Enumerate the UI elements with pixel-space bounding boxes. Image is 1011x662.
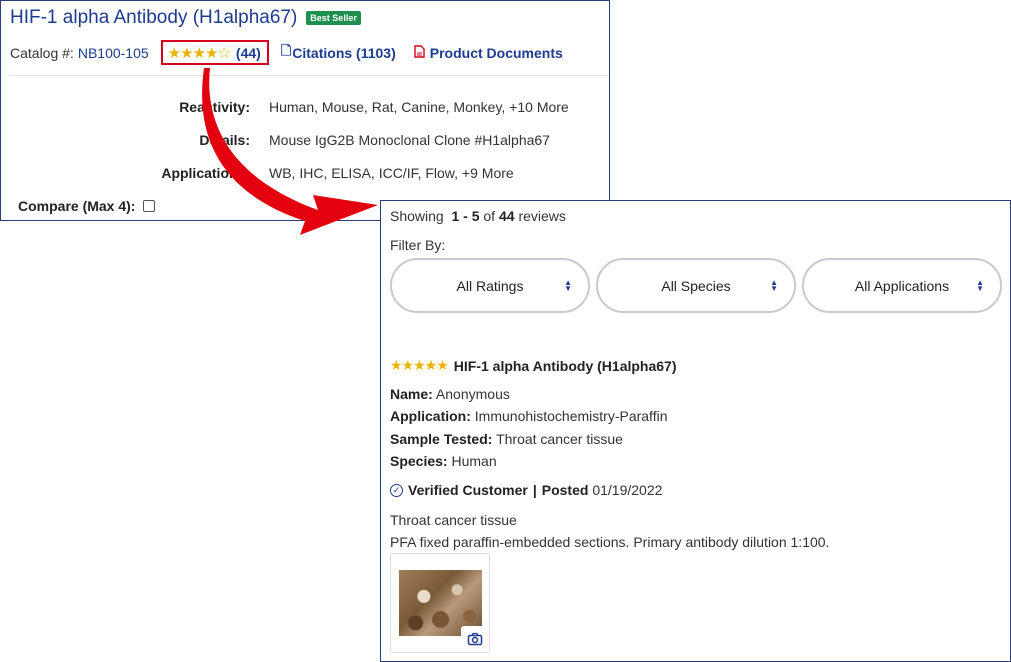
spec-row-applications: Applications: WB, IHC, ELISA, ICC/IF, Fl… [1,165,514,181]
review-name: Name: Anonymous [390,386,510,402]
filters-row: All Ratings ▲ ▼ All Species ▲ ▼ All Applic… [390,258,1002,313]
filter-species-value: All Species [661,277,731,294]
filter-ratings-select[interactable]: All Ratings ▲ ▼ [390,258,590,313]
spec-label: Details: [199,132,250,148]
compare-label: Compare (Max 4): [18,198,136,214]
review-headline: Throat cancer tissue [390,512,517,528]
field-value: Throat cancer tissue [496,431,623,447]
filter-by-label: Filter By: [390,237,446,253]
showing-total: 44 [498,208,515,224]
reviews-count-summary: Showing 1 - 5 of 44 reviews [390,208,566,224]
review-header: ★★★★★ HIF-1 alpha Antibody (H1alpha67) [390,357,677,374]
field-value: Human [451,453,497,469]
filter-species-select[interactable]: All Species ▲ ▼ [596,258,796,313]
verified-label: Verified Customer [408,482,528,498]
field-label: Application: [390,408,471,424]
pdf-icon [414,44,425,61]
showing-of: of [483,208,496,224]
review-body: PFA fixed paraffin-embedded sections. Pr… [390,534,830,550]
citations-icon: 🗋 [280,42,292,58]
citations-label: Citations (1103) [292,44,396,61]
product-title-row: HIF-1 alpha Antibody (H1alpha67) Best Se… [10,7,361,29]
best-seller-badge: Best Seller [306,11,361,25]
review-sample: Sample Tested: Throat cancer tissue [390,431,623,447]
spec-value: Human, Mouse, Rat, Canine, Monkey, +10 M… [269,99,569,115]
review-stars-icon: ★★★★★ [390,357,449,373]
field-value: Anonymous [435,386,510,402]
field-label: Name: [390,386,433,402]
spec-row-details: Details: Mouse IgG2B Monoclonal Clone #H… [1,132,550,148]
field-value: Immunohistochemistry-Paraffin [474,408,668,424]
review-application: Application: Immunohistochemistry-Paraff… [390,408,667,424]
review-title: HIF-1 alpha Antibody (H1alpha67) [453,357,677,374]
caret-icon: ▲ ▼ [976,277,984,293]
filter-ratings-value: All Ratings [456,277,524,294]
spec-value: Mouse IgG2B Monoclonal Clone #H1alpha67 [269,132,550,148]
spec-row-reactivity: Reactivity: Human, Mouse, Rat, Canine, M… [1,99,569,115]
rating-count: (44) [235,44,261,61]
divider [10,75,609,76]
compare-row: Compare (Max 4): [18,198,156,214]
posted-label: Posted [541,482,589,498]
caret-icon: ▲ ▼ [770,277,778,293]
filter-applications-select[interactable]: All Applications ▲ ▼ [802,258,1002,313]
rating-stars-icon: ★★★★☆ [167,44,231,62]
catalog-number: NB100-105 [77,44,149,61]
showing-suffix: reviews [518,208,566,224]
product-title-link[interactable]: HIF-1 alpha Antibody (H1alpha67) [10,7,297,29]
spec-label: Applications: [161,165,250,181]
showing-range: 1 - 5 [451,208,480,224]
spec-value: WB, IHC, ELISA, ICC/IF, Flow, +9 More [269,165,514,181]
caret-icon: ▲ ▼ [564,277,572,293]
showing-prefix: Showing [390,208,444,224]
citations-link[interactable]: 🗋 Citations (1103) [281,42,396,64]
product-documents-label: Product Documents [429,44,563,61]
product-documents-link[interactable]: Product Documents [414,45,563,61]
compare-checkbox[interactable] [143,200,156,212]
field-label: Species: [390,453,448,469]
reviews-panel: Showing 1 - 5 of 44 reviews Filter By: A… [380,200,1011,662]
verified-check-icon: ✓ [390,483,403,497]
rating-link[interactable]: ★★★★☆ (44) [160,40,269,65]
separator: | [532,482,537,498]
review-image-thumbnail[interactable] [390,553,490,653]
spec-label: Reactivity: [179,99,250,115]
field-label: Sample Tested: [390,431,493,447]
product-card: HIF-1 alpha Antibody (H1alpha67) Best Se… [0,0,610,221]
posted-date: 01/19/2022 [592,482,663,498]
catalog-label: Catalog #: [10,44,74,61]
filter-applications-value: All Applications [854,277,950,294]
product-meta-row: Catalog #: NB100-105 ★★★★☆ (44) 🗋 Citati… [10,40,563,65]
camera-icon[interactable] [461,626,489,652]
verified-row: ✓ Verified Customer | Posted 01/19/2022 [390,482,662,498]
review-species: Species: Human [390,453,497,469]
